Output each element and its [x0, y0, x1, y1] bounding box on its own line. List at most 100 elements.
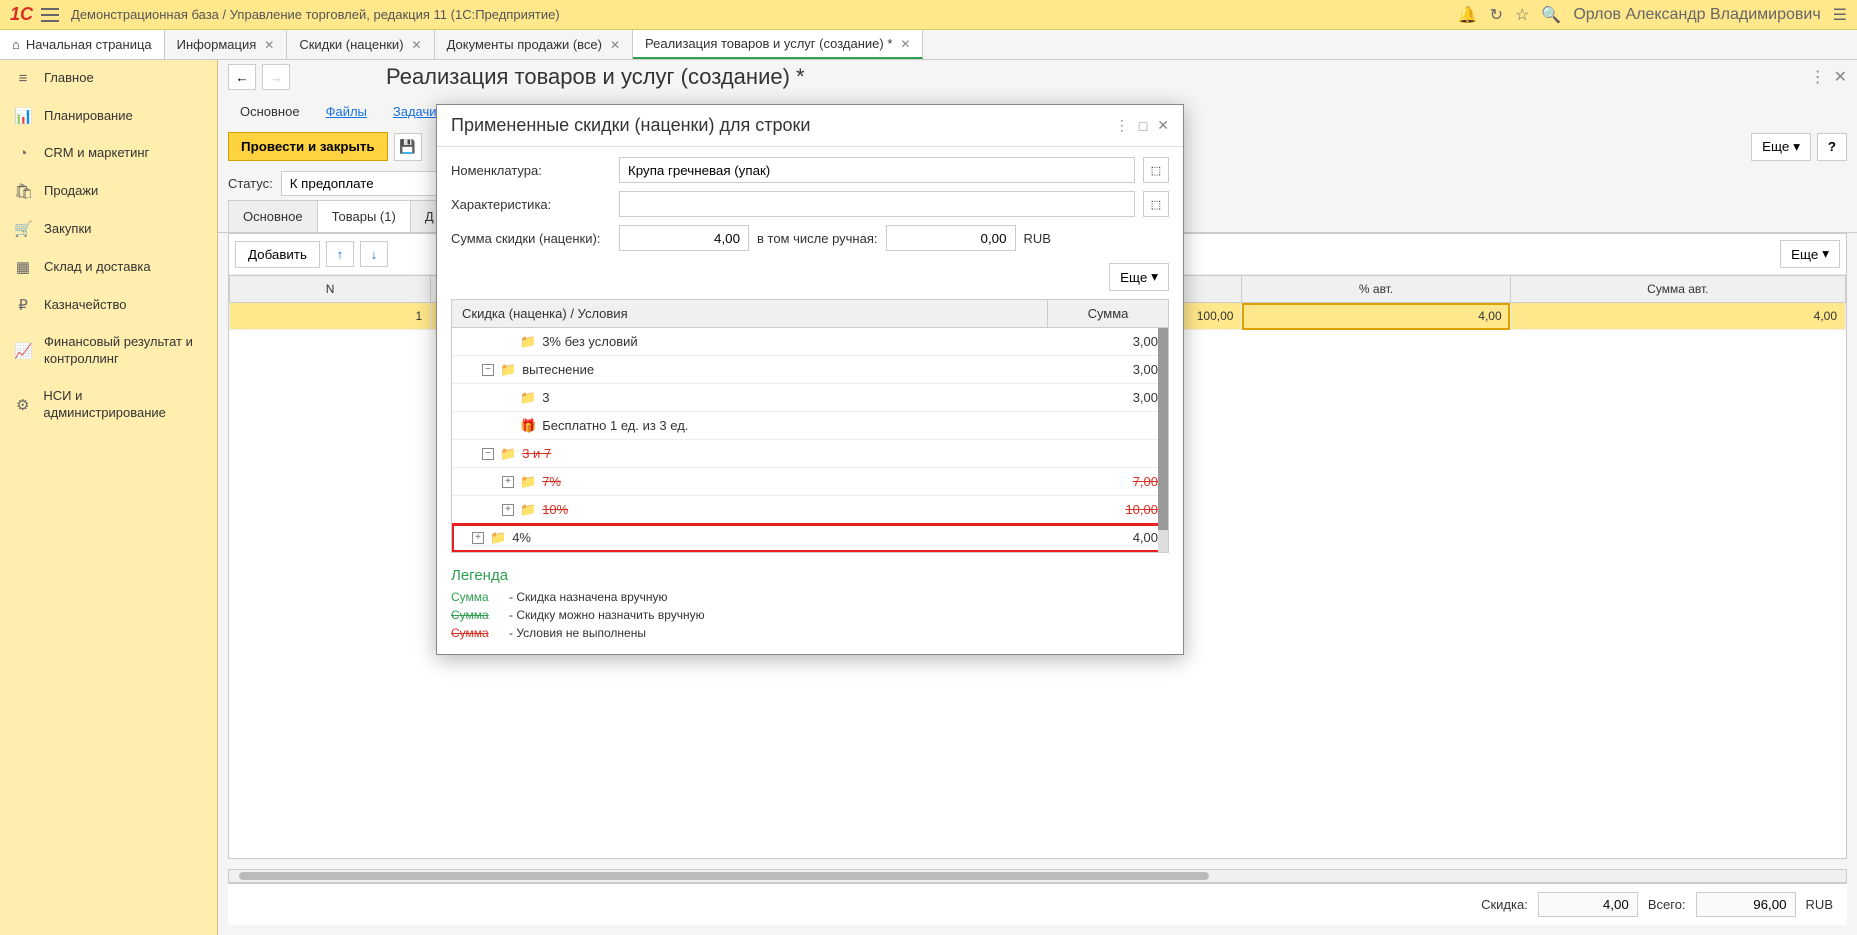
tree-value: 3,00 [1058, 358, 1168, 381]
subtab-main[interactable]: Основное [228, 200, 318, 232]
tab-sales-docs[interactable]: Документы продажи (все) ✕ [435, 30, 633, 59]
folder-icon: 📁 [520, 334, 536, 350]
tree-row[interactable]: +📁10%10,00 [452, 496, 1168, 524]
vertical-scrollbar[interactable] [1158, 328, 1168, 552]
col-pct-auto[interactable]: % авт. [1242, 276, 1510, 303]
nomenclature-input[interactable] [619, 157, 1135, 183]
close-icon[interactable]: ✕ [900, 37, 910, 51]
legend-row: Сумма- Условия не выполнены [451, 626, 1169, 640]
tree-row[interactable]: −📁3 и 7 [452, 440, 1168, 468]
content-area: ← → Реализация товаров и услуг (создание… [218, 60, 1857, 935]
discounts-modal: Примененные скидки (наценки) для строки … [436, 104, 1184, 655]
nav-back-button[interactable]: ← [228, 64, 256, 90]
add-row-button[interactable]: Добавить [235, 241, 320, 268]
expander-icon[interactable]: + [502, 476, 514, 488]
sidebar-item-crm[interactable]: ◔CRM и маркетинг [0, 135, 217, 172]
move-up-button[interactable]: ↑ [326, 241, 354, 267]
app-logo: 1C [10, 4, 33, 25]
page-close-icon[interactable]: ✕ [1834, 67, 1847, 87]
cell-sum-auto[interactable]: 4,00 [1510, 303, 1845, 330]
page-menu-icon[interactable]: ⋮ [1810, 67, 1826, 87]
col-sum-auto[interactable]: Сумма авт. [1510, 276, 1845, 303]
expander-icon[interactable]: − [482, 364, 494, 376]
tree-label: Бесплатно 1 ед. из 3 ед. [542, 418, 688, 433]
discount-sum-input[interactable] [619, 225, 749, 251]
folder-icon: 🎁 [520, 418, 536, 434]
expander-icon[interactable]: − [482, 448, 494, 460]
select-nomenclature-button[interactable]: ⬚ [1143, 157, 1169, 183]
more-label: Еще [1791, 247, 1818, 262]
help-button[interactable]: ? [1817, 133, 1847, 161]
modal-close-icon[interactable]: ✕ [1157, 117, 1169, 134]
history-icon[interactable]: ↻ [1490, 5, 1503, 25]
sidebar-item-admin[interactable]: ⚙НСИ и администрирование [0, 378, 217, 432]
planning-icon: 📊 [14, 107, 32, 125]
tree-label: 3% без условий [542, 334, 637, 349]
sidebar-item-procurement[interactable]: 🛒Закупки [0, 210, 217, 248]
characteristic-label: Характеристика: [451, 197, 611, 212]
close-icon[interactable]: ✕ [264, 38, 274, 52]
folder-icon: 📁 [520, 474, 536, 490]
expander-icon[interactable]: + [502, 504, 514, 516]
sidebar-item-planning[interactable]: 📊Планирование [0, 97, 217, 135]
subtab-goods[interactable]: Товары (1) [317, 200, 411, 232]
tree-row[interactable]: +📁7%7,00 [452, 468, 1168, 496]
horizontal-scrollbar[interactable] [228, 869, 1847, 883]
modal-menu-icon[interactable]: ⋮ [1115, 117, 1129, 134]
modal-more-button[interactable]: Еще▾ [1109, 263, 1169, 291]
legend-row: Сумма- Скидка назначена вручную [451, 590, 1169, 604]
sidebar-item-finance[interactable]: 📈Финансовый результат и контроллинг [0, 324, 217, 378]
bell-icon[interactable]: 🔔 [1458, 5, 1478, 25]
tab-realization[interactable]: Реализация товаров и услуг (создание) * … [633, 30, 923, 59]
star-icon[interactable]: ☆ [1515, 5, 1529, 25]
close-icon[interactable]: ✕ [412, 38, 422, 52]
discount-value[interactable] [1538, 892, 1638, 917]
sidebar-item-treasury[interactable]: ₽Казначейство [0, 286, 217, 324]
sidebar-item-sales[interactable]: 🛍Продажи [0, 172, 217, 210]
sidebar-item-label: CRM и маркетинг [44, 145, 149, 162]
more-button[interactable]: Еще▾ [1751, 133, 1811, 161]
tree-row[interactable]: 📁 3% без условий 3,00 [452, 328, 1168, 356]
search-icon[interactable]: 🔍 [1541, 5, 1561, 25]
close-icon[interactable]: ✕ [610, 38, 620, 52]
tree-row[interactable]: 🎁 Бесплатно 1 ед. из 3 ед. [452, 412, 1168, 440]
chevron-down-icon: ▾ [1793, 139, 1800, 155]
post-and-close-button[interactable]: Провести и закрыть [228, 132, 388, 161]
nav-forward-button[interactable]: → [262, 64, 290, 90]
cell-pct-auto[interactable]: 4,00 [1242, 303, 1510, 330]
table-more-button[interactable]: Еще▾ [1780, 240, 1840, 268]
tree-col-discount[interactable]: Скидка (наценка) / Условия [452, 300, 1048, 327]
tree-label: 10% [542, 502, 568, 517]
legend-tag: Сумма [451, 608, 501, 622]
sidebar-item-warehouse[interactable]: ▦Склад и доставка [0, 248, 217, 286]
warehouse-icon: ▦ [14, 258, 32, 276]
tree-label: вытеснение [522, 362, 594, 377]
characteristic-input[interactable] [619, 191, 1135, 217]
doc-tab-files[interactable]: Файлы [314, 98, 379, 126]
modal-maximize-icon[interactable]: □ [1139, 118, 1147, 134]
expander-icon[interactable]: + [472, 532, 484, 544]
tree-col-sum[interactable]: Сумма [1048, 300, 1168, 327]
tree-row[interactable]: +📁4%4,00 [452, 524, 1168, 552]
manual-input[interactable] [886, 225, 1016, 251]
tree-row[interactable]: −📁вытеснение3,00 [452, 356, 1168, 384]
hamburger-icon[interactable] [41, 8, 59, 22]
move-down-button[interactable]: ↓ [360, 241, 388, 267]
tab-info[interactable]: Информация ✕ [165, 30, 288, 59]
sidebar-item-main[interactable]: ≡Главное [0, 60, 217, 97]
doc-tab-main[interactable]: Основное [228, 98, 312, 126]
user-name[interactable]: Орлов Александр Владимирович [1573, 6, 1820, 24]
tree-row[interactable]: 📁33,00 [452, 384, 1168, 412]
folder-icon: 📁 [490, 530, 506, 546]
folder-icon: 📁 [520, 390, 536, 406]
folder-icon: 📁 [520, 502, 536, 518]
tab-discounts[interactable]: Скидки (наценки) ✕ [287, 30, 434, 59]
settings-icon[interactable]: ☰ [1833, 5, 1847, 25]
tree-value: 3,00 [1058, 330, 1168, 353]
save-button[interactable]: 💾 [394, 133, 422, 161]
tab-home[interactable]: ⌂ Начальная страница [0, 30, 165, 59]
total-value[interactable] [1696, 892, 1796, 917]
col-n[interactable]: N [230, 276, 431, 303]
legend-tag: Сумма [451, 590, 501, 604]
select-characteristic-button[interactable]: ⬚ [1143, 191, 1169, 217]
